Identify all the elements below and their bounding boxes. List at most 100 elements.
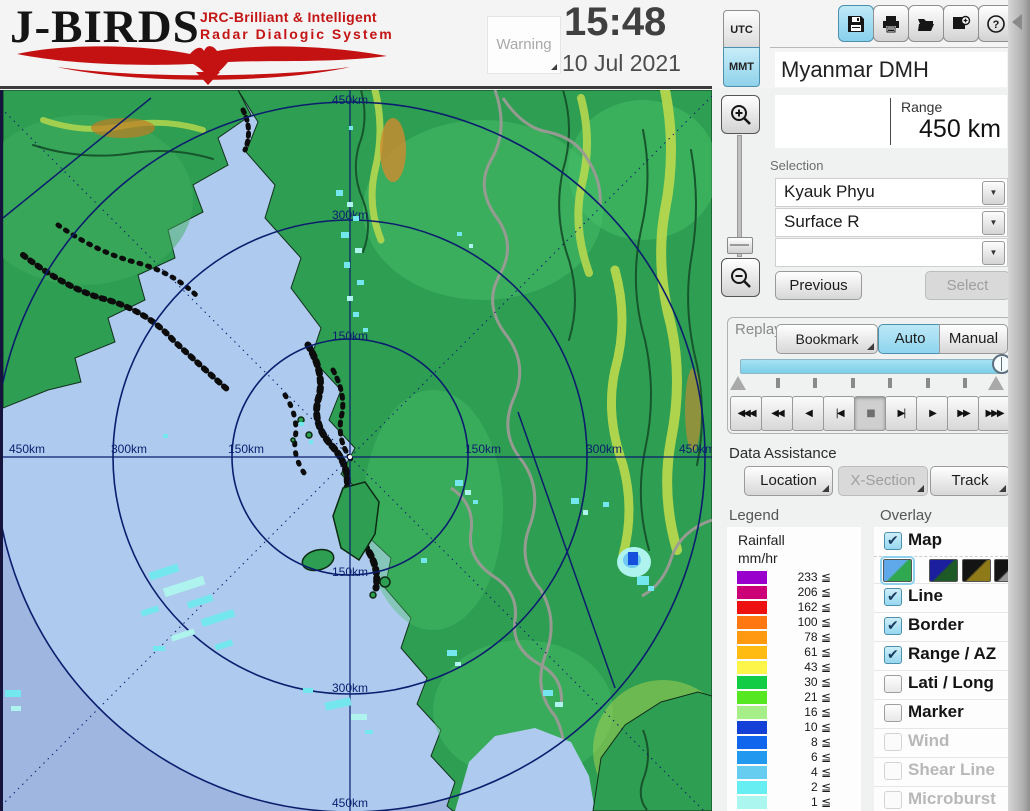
fast-forward-button[interactable]: ▶▶▶ bbox=[978, 396, 1010, 431]
previous-button[interactable]: Previous bbox=[775, 271, 862, 300]
rewind-button[interactable]: ◀◀ bbox=[761, 396, 793, 431]
fast-rewind-button[interactable]: ◀◀◀ bbox=[730, 396, 762, 431]
zoom-slider[interactable] bbox=[727, 133, 751, 257]
open-file-button[interactable] bbox=[908, 5, 944, 42]
zoom-out-button[interactable] bbox=[721, 258, 760, 297]
svg-text:150km: 150km bbox=[332, 329, 368, 343]
marker-checkbox[interactable] bbox=[884, 704, 902, 722]
map-style-dark-terrain[interactable] bbox=[929, 559, 958, 582]
location-button[interactable]: Location bbox=[744, 466, 833, 496]
zoom-in-icon bbox=[729, 103, 753, 127]
svg-text:300km: 300km bbox=[111, 442, 147, 456]
timeline-end-marker[interactable] bbox=[988, 376, 1004, 390]
print-icon bbox=[881, 14, 901, 34]
overlay-item-label: Border bbox=[908, 615, 964, 635]
play-reverse-button[interactable]: ◀ bbox=[792, 396, 824, 431]
overlay-row-range-az[interactable]: Range / AZ bbox=[874, 641, 1008, 671]
legend-value: 8 ≦ bbox=[761, 735, 831, 749]
replay-timeline-slider[interactable] bbox=[740, 359, 1004, 374]
save-button[interactable] bbox=[838, 5, 874, 42]
timeline-tick bbox=[888, 378, 892, 388]
overlay-item-label: Shear Line bbox=[908, 760, 995, 780]
selection-label: Selection bbox=[770, 158, 823, 173]
site-dropdown[interactable]: Kyauk Phyu ▼ bbox=[775, 178, 1008, 207]
map-checkbox[interactable] bbox=[884, 532, 902, 550]
collapse-panel-arrow-icon[interactable] bbox=[1012, 14, 1022, 30]
svg-text:300km: 300km bbox=[332, 208, 368, 222]
overlay-row-border[interactable]: Border bbox=[874, 612, 1008, 642]
range-az-checkbox[interactable] bbox=[884, 646, 902, 664]
option-dropdown[interactable]: ▼ bbox=[775, 238, 1008, 267]
site-dropdown-value: Kyauk Phyu bbox=[784, 182, 875, 202]
help-icon: ? bbox=[986, 14, 1006, 34]
border-checkbox[interactable] bbox=[884, 617, 902, 635]
save-icon bbox=[846, 14, 866, 34]
overlay-row-map[interactable]: Map bbox=[874, 527, 1008, 557]
overlay-item-label: Microburst bbox=[908, 789, 996, 809]
chevron-down-icon[interactable]: ▼ bbox=[982, 241, 1005, 265]
select-button[interactable]: Select bbox=[925, 271, 1010, 300]
svg-text:300km: 300km bbox=[586, 442, 622, 456]
open-folder-icon bbox=[916, 14, 936, 34]
forward-button[interactable]: ▶▶ bbox=[947, 396, 979, 431]
product-dropdown[interactable]: Surface R ▼ bbox=[775, 208, 1008, 237]
play-button[interactable]: ▶ bbox=[916, 396, 948, 431]
svg-text:450km: 450km bbox=[332, 93, 368, 107]
bookmark-button[interactable]: Bookmark bbox=[776, 324, 878, 354]
utc-toggle-button[interactable]: UTC bbox=[723, 10, 760, 50]
jbirds-app: J-BIRDS JRC-Brilliant & Intelligent Rada… bbox=[0, 0, 1030, 811]
skip-to-start-button[interactable]: |◀ bbox=[823, 396, 855, 431]
overlay-item-label: Range / AZ bbox=[908, 644, 996, 664]
legend-value: 21 ≦ bbox=[761, 690, 831, 704]
overlay-item-label: Wind bbox=[908, 731, 949, 751]
legend-value: 206 ≦ bbox=[761, 585, 831, 599]
legend-value: 1 ≦ bbox=[761, 795, 831, 809]
logo-tagline-1: JRC-Brilliant & Intelligent bbox=[200, 9, 377, 25]
legend-value: 16 ≦ bbox=[761, 705, 831, 719]
overlay-row-line[interactable]: Line bbox=[874, 583, 1008, 613]
mmt-toggle-button[interactable]: MMT bbox=[723, 47, 760, 87]
overlay-row-lati-long[interactable]: Lati / Long bbox=[874, 670, 1008, 700]
x-section-button[interactable]: X-Section bbox=[838, 466, 928, 496]
track-button[interactable]: Track bbox=[930, 466, 1010, 496]
overlay-item-label: Line bbox=[908, 586, 943, 606]
overlay-options: Map Line Border Range / AZ Lati / Long M… bbox=[874, 527, 1008, 811]
lati-long-checkbox[interactable] bbox=[884, 675, 902, 693]
map-style-olive[interactable] bbox=[962, 559, 991, 582]
stop-button[interactable]: ■ bbox=[854, 396, 886, 431]
warning-button[interactable]: Warning bbox=[487, 16, 561, 74]
line-checkbox[interactable] bbox=[884, 588, 902, 606]
print-button[interactable] bbox=[873, 5, 909, 42]
overlay-item-label: Marker bbox=[908, 702, 964, 722]
timeline-start-marker[interactable] bbox=[730, 376, 746, 390]
chevron-down-icon[interactable]: ▼ bbox=[982, 211, 1005, 235]
legend-unit-line2: mm/hr bbox=[738, 550, 778, 566]
overlay-item-label: Lati / Long bbox=[908, 673, 994, 693]
manual-mode-button[interactable]: Manual bbox=[939, 324, 1008, 354]
svg-text:450km: 450km bbox=[679, 442, 712, 456]
svg-text:300km: 300km bbox=[332, 681, 368, 695]
map-style-terrain[interactable] bbox=[883, 559, 912, 582]
shear-line-checkbox bbox=[884, 762, 902, 780]
radar-site-dot bbox=[348, 455, 352, 459]
overlay-row-wind: Wind bbox=[874, 728, 1008, 758]
legend-value: 78 ≦ bbox=[761, 630, 831, 644]
legend-value: 4 ≦ bbox=[761, 765, 831, 779]
zoom-slider-thumb[interactable] bbox=[727, 237, 753, 254]
skip-to-end-button[interactable]: ▶| bbox=[885, 396, 917, 431]
auto-mode-button[interactable]: Auto bbox=[878, 324, 942, 354]
legend-value: 100 ≦ bbox=[761, 615, 831, 629]
radar-map-view[interactable]: 450km 300km 150km 150km 300km 450km 450k… bbox=[0, 90, 712, 811]
eagle-logo-icon bbox=[12, 40, 392, 86]
legend-value: 162 ≦ bbox=[761, 600, 831, 614]
timeline-tick bbox=[851, 378, 855, 388]
export-image-button[interactable] bbox=[943, 5, 979, 42]
timeline-tick bbox=[776, 378, 780, 388]
map-style-row bbox=[874, 556, 1008, 584]
panel-collapse-strip[interactable] bbox=[1008, 0, 1030, 811]
zoom-in-button[interactable] bbox=[721, 95, 760, 134]
overlay-row-marker[interactable]: Marker bbox=[874, 699, 1008, 729]
chevron-down-icon[interactable]: ▼ bbox=[982, 181, 1005, 205]
legend-value: 61 ≦ bbox=[761, 645, 831, 659]
range-label: Range bbox=[901, 99, 942, 115]
